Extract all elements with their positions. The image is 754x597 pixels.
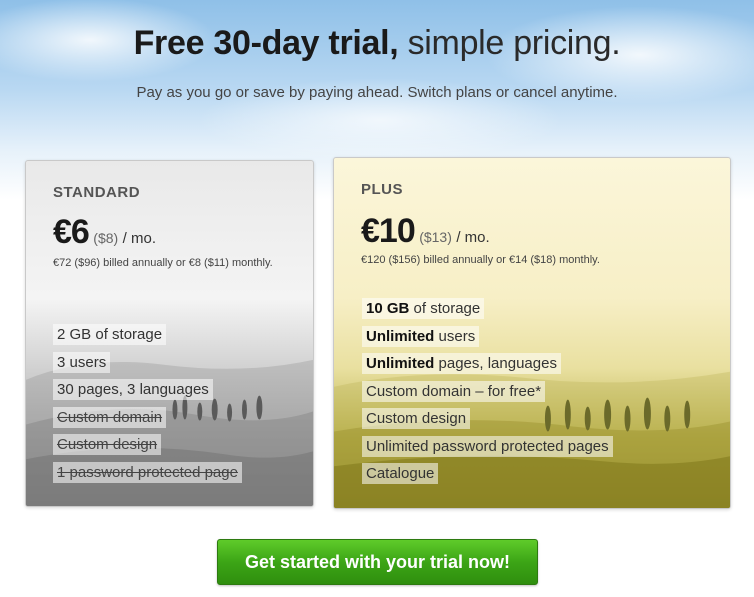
plan-card-plus: PLUS €10 ($13) / mo. €120 ($156) billed … xyxy=(333,157,731,509)
start-trial-button[interactable]: Get started with your trial now! xyxy=(217,539,538,585)
feature-list: 2 GB of storage 3 users 30 pages, 3 lang… xyxy=(53,321,242,486)
billing-note: €72 ($96) billed annually or €8 ($11) mo… xyxy=(53,257,273,269)
feature-label: Unlimited pages, languages xyxy=(362,353,561,374)
feature-item: 2 GB of storage xyxy=(53,321,242,349)
billing-note: €120 ($156) billed annually or €14 ($18)… xyxy=(361,254,600,266)
price-period: / mo. xyxy=(122,230,156,247)
feature-item: Custom domain – for free* xyxy=(362,378,613,406)
price-amount: €6 xyxy=(53,213,90,251)
page-subtitle: Pay as you go or save by paying ahead. S… xyxy=(136,84,618,101)
plan-card-standard: STANDARD €6 ($8) / mo. €72 ($96) billed … xyxy=(25,160,314,507)
feature-item: 1 password protected page xyxy=(53,459,242,487)
feature-item: 3 users xyxy=(53,349,242,377)
plan-name: PLUS xyxy=(361,181,404,198)
feature-item: Unlimited pages, languages xyxy=(362,350,613,378)
feature-label: Custom domain xyxy=(53,406,167,428)
feature-label: Unlimited users xyxy=(362,325,480,347)
feature-item: 30 pages, 3 languages xyxy=(53,376,242,404)
price-usd: ($13) xyxy=(419,229,452,245)
feature-label: 30 pages, 3 languages xyxy=(53,379,213,400)
plan-name: STANDARD xyxy=(53,184,141,201)
feature-item: 10 GB of storage xyxy=(362,295,613,323)
plan-price: €10 ($13) / mo. xyxy=(361,212,490,251)
price-amount: €10 xyxy=(361,212,416,250)
feature-label: 3 users xyxy=(53,351,111,373)
feature-text: pages, languages xyxy=(438,355,557,372)
feature-label: Custom domain – for free* xyxy=(362,380,546,402)
feature-label: Catalogue xyxy=(362,463,439,484)
feature-label: Custom design xyxy=(362,408,471,429)
feature-bold: Unlimited xyxy=(366,327,435,345)
price-period: / mo. xyxy=(456,229,490,246)
feature-item: Custom design xyxy=(53,431,242,459)
feature-label: 2 GB of storage xyxy=(53,324,167,345)
feature-label: 10 GB of storage xyxy=(362,298,485,319)
feature-bold: 10 GB xyxy=(366,300,410,317)
feature-list: 10 GB of storage Unlimited users Unlimit… xyxy=(362,295,613,488)
price-usd: ($8) xyxy=(93,230,119,246)
feature-item: Unlimited password protected pages xyxy=(362,433,613,461)
page-title: Free 30-day trial, simple pricing. xyxy=(0,24,754,63)
feature-label: Unlimited password protected pages xyxy=(362,435,613,457)
feature-label: 1 password protected page xyxy=(53,461,242,483)
feature-label: Custom design xyxy=(53,434,162,455)
feature-item: Catalogue xyxy=(362,460,613,488)
feature-text: users xyxy=(438,327,476,345)
title-bold: Free 30-day trial, xyxy=(133,24,399,62)
feature-text: of storage xyxy=(413,300,481,317)
plan-price: €6 ($8) / mo. xyxy=(53,213,156,252)
title-light: simple pricing. xyxy=(407,24,621,62)
feature-item: Custom design xyxy=(362,405,613,433)
feature-bold: Unlimited xyxy=(366,355,435,372)
feature-item: Unlimited users xyxy=(362,323,613,351)
feature-item: Custom domain xyxy=(53,404,242,432)
